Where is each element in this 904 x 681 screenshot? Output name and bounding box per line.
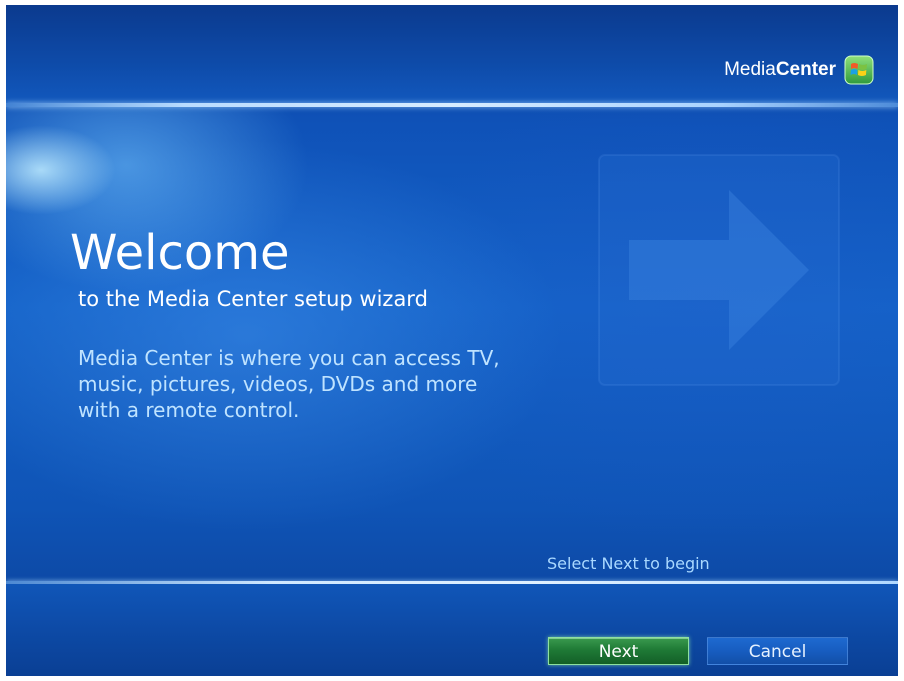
media-center-logo: MediaCenter [724, 55, 874, 85]
arrow-right-icon [598, 154, 840, 386]
header-band [6, 5, 898, 103]
page-title: Welcome [70, 225, 290, 281]
light-glow [6, 125, 116, 215]
wizard-description: Media Center is where you can access TV,… [78, 346, 500, 422]
header-divider [6, 103, 898, 107]
instruction-hint: Select Next to begin [547, 554, 710, 573]
next-button[interactable]: Next [548, 637, 689, 665]
page-subtitle: to the Media Center setup wizard [78, 287, 428, 311]
logo-text: MediaCenter [724, 59, 836, 81]
logo-text-light: Media [724, 59, 776, 80]
setup-wizard-screen: MediaCenter Welcome to the Media Center … [6, 5, 898, 676]
cancel-button[interactable]: Cancel [707, 637, 848, 665]
windows-flag-icon [844, 55, 874, 85]
logo-text-bold: Center [775, 59, 836, 80]
